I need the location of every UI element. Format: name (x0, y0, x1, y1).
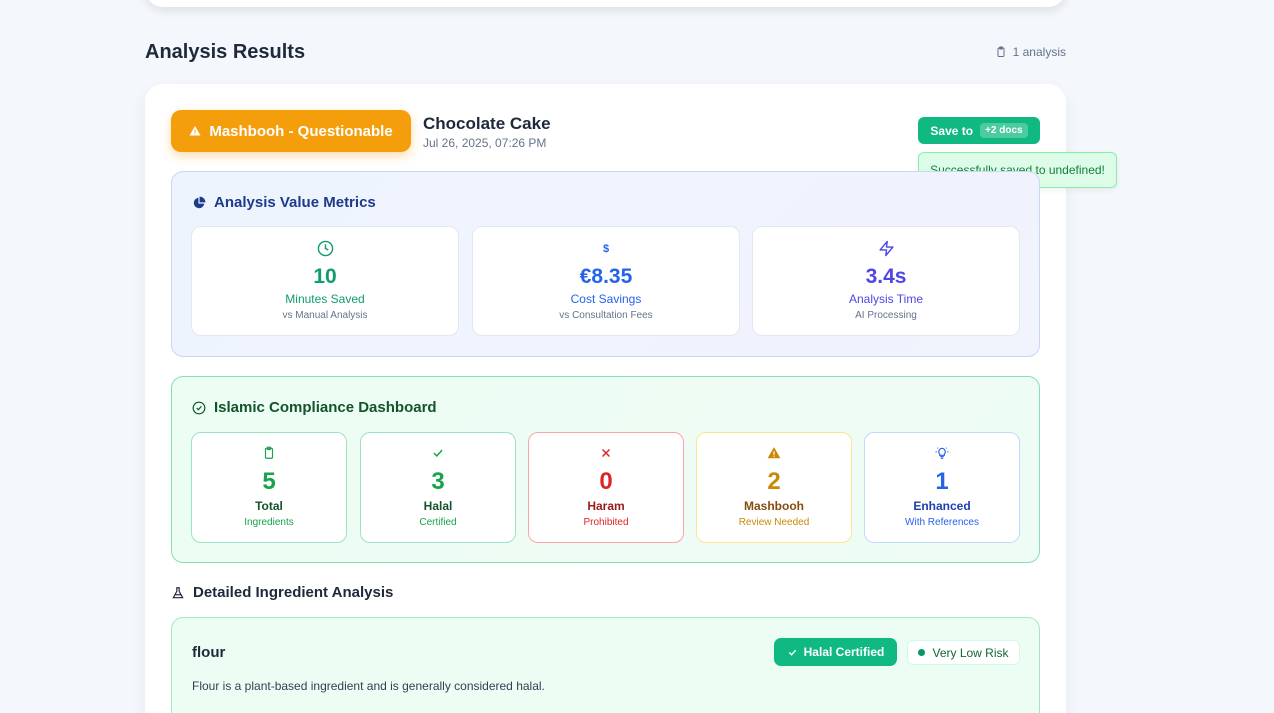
detail-title-text: Detailed Ingredient Analysis (193, 584, 394, 601)
warning-icon (189, 126, 201, 136)
metrics-title: Analysis Value Metrics (192, 194, 376, 211)
metric-label: Cost Savings (570, 292, 642, 306)
metric-value: 3.4s (865, 265, 907, 288)
pie-chart-icon (193, 196, 206, 208)
analysis-count: 1 analysis (995, 45, 1066, 59)
metric-label: Analysis Time (848, 292, 924, 306)
check-circle-icon (192, 401, 206, 414)
compliance-value: 3 (431, 468, 445, 495)
status-label: Mashbooh - Questionable (209, 122, 393, 140)
compliance-title: Islamic Compliance Dashboard (192, 399, 437, 416)
metric-sub: AI Processing (855, 310, 917, 321)
compliance-label: Mashbooh (744, 499, 804, 513)
compliance-label: Enhanced (913, 499, 971, 513)
metrics-title-text: Analysis Value Metrics (214, 194, 376, 211)
analysis-count-text: 1 analysis (1012, 45, 1066, 59)
detail-section-title: Detailed Ingredient Analysis (171, 584, 393, 601)
metric-sub: vs Consultation Fees (559, 310, 653, 321)
compliance-haram: 0 Haram Prohibited (528, 432, 684, 543)
compliance-label: Halal (423, 499, 453, 513)
compliance-label: Haram (587, 499, 625, 513)
warning-icon (767, 447, 781, 459)
compliance-value: 1 (935, 468, 949, 495)
compliance-sub: Review Needed (738, 517, 810, 528)
status-badge: Mashbooh - Questionable (171, 110, 411, 152)
compliance-label: Total (255, 499, 283, 513)
compliance-sub: Certified (419, 517, 457, 528)
save-label: Save to (930, 123, 974, 138)
metric-analysis-time: 3.4s Analysis Time AI Processing (752, 226, 1020, 336)
halal-badge-label: Halal Certified (803, 645, 885, 659)
clock-icon (317, 240, 333, 257)
metric-sub: vs Manual Analysis (282, 310, 368, 321)
risk-label: Very Low Risk (932, 645, 1009, 660)
compliance-sub: With References (905, 517, 979, 528)
compliance-panel: Islamic Compliance Dashboard 5 Total Ing… (171, 376, 1040, 563)
compliance-enhanced: 1 Enhanced With References (864, 432, 1020, 543)
dollar-icon: $ (602, 243, 610, 255)
lightbulb-icon (935, 447, 949, 459)
ingredient-name: flour (192, 644, 226, 661)
ingredient-description: Flour is a plant-based ingredient and is… (192, 679, 545, 693)
analysis-date: Jul 26, 2025, 07:26 PM (423, 136, 547, 150)
analysis-card: Mashbooh - Questionable Chocolate Cake J… (145, 84, 1117, 713)
lightning-icon (878, 240, 894, 257)
risk-dot-icon (918, 649, 926, 656)
compliance-total: 5 Total Ingredients (191, 432, 347, 543)
metric-value: 10 (313, 265, 337, 288)
results-header: Analysis Results 1 analysis (145, 38, 1066, 66)
metric-value: €8.35 (579, 265, 633, 288)
check-icon (788, 649, 796, 656)
clipboard-icon (264, 446, 274, 459)
compliance-sub: Ingredients (244, 517, 294, 528)
metrics-panel: Analysis Value Metrics 10 Minutes Saved … (171, 171, 1040, 357)
metric-minutes-saved: 10 Minutes Saved vs Manual Analysis (191, 226, 459, 336)
compliance-sub: Prohibited (583, 517, 629, 528)
compliance-title-text: Islamic Compliance Dashboard (214, 399, 437, 416)
flask-icon (172, 586, 184, 598)
compliance-value: 2 (767, 468, 781, 495)
check-icon (433, 449, 443, 457)
compliance-mashbooh: 2 Mashbooh Review Needed (696, 432, 852, 543)
x-icon (601, 448, 611, 458)
save-to-button[interactable]: Save to +2 docs (918, 117, 1040, 144)
ingredient-card: flour Halal Certified Very Low Risk Flou… (171, 617, 1040, 713)
compliance-halal: 3 Halal Certified (360, 432, 516, 543)
previous-card (145, 0, 1066, 7)
compliance-value: 5 (262, 468, 276, 495)
product-name: Chocolate Cake (423, 114, 551, 133)
metric-cost-savings: $ €8.35 Cost Savings vs Consultation Fee… (472, 226, 740, 336)
risk-badge: Very Low Risk (907, 640, 1020, 665)
page-title: Analysis Results (145, 40, 306, 63)
clipboard-icon (997, 46, 1005, 57)
halal-certified-badge: Halal Certified (774, 638, 897, 666)
metric-label: Minutes Saved (285, 292, 365, 306)
docs-chip: +2 docs (980, 123, 1028, 138)
compliance-value: 0 (599, 468, 613, 495)
